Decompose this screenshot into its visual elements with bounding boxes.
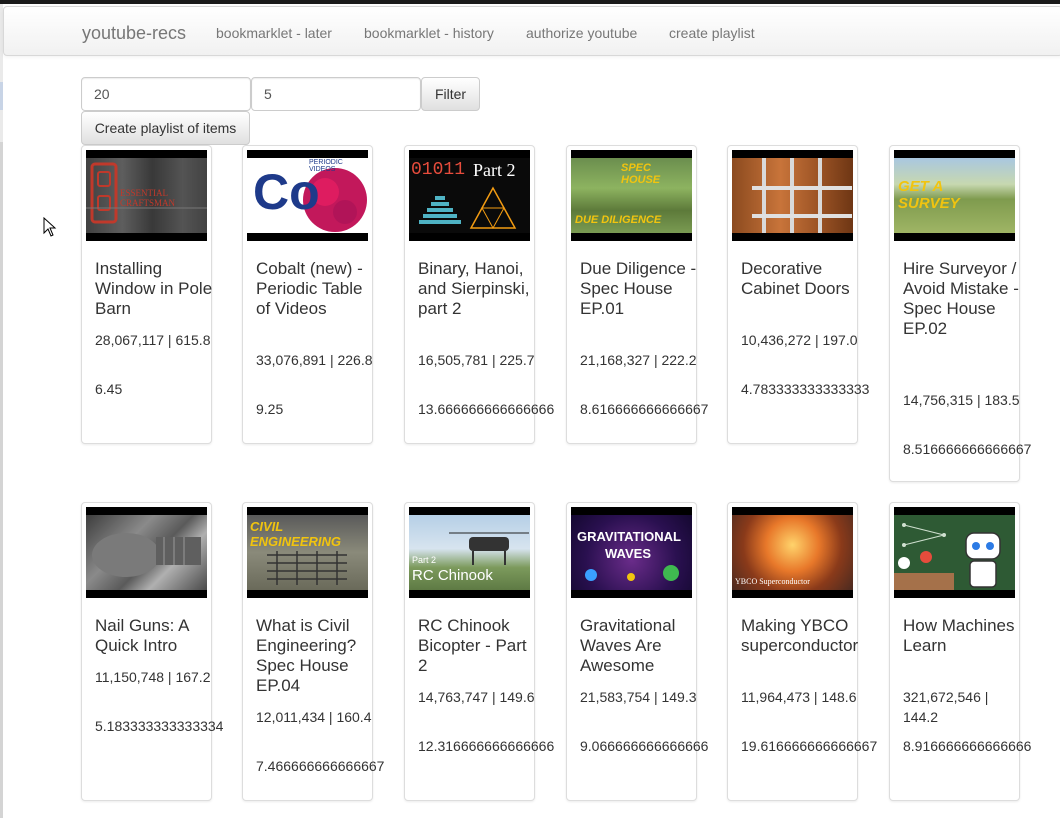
thumb-caption-small: Part 2 <box>412 555 437 565</box>
video-stats: 14,756,315 | 183.5 <box>903 392 1020 408</box>
nav-link-bookmarklet-history[interactable]: bookmarklet - history <box>364 25 494 41</box>
video-score: 13.666666666666666 <box>418 401 555 417</box>
video-stats: 11,150,748 | 167.2 <box>95 669 211 685</box>
video-card[interactable]: Decorative Cabinet Doors 10,436,272 | 19… <box>727 145 870 444</box>
video-card[interactable]: 01011 Part 2 Binary, Hanoi, and Sierpins… <box>404 145 555 444</box>
thumb-binary: 01011 <box>411 160 466 180</box>
video-stats: 11,964,473 | 148.6 <box>741 689 857 705</box>
video-score: 8.916666666666666 <box>903 738 1032 754</box>
thumb-caption-bottom: DUE DILIGENCE <box>575 214 662 226</box>
video-card[interactable]: Co PERIODIC VIDEOS Cobalt (new) - Period… <box>242 145 373 444</box>
video-title[interactable]: How Machines Learn <box>903 616 1021 656</box>
video-title[interactable]: Decorative Cabinet Doors <box>741 259 859 299</box>
video-thumbnail[interactable]: CIVIL ENGINEERING <box>247 507 368 598</box>
robot-teacher-image <box>894 523 1001 590</box>
nav-link-bookmarklet-later[interactable]: bookmarklet - later <box>216 25 332 41</box>
video-stats: 14,763,747 | 149.6 <box>418 689 535 705</box>
video-card[interactable]: GET A SURVEY Hire Surveyor / Avoid Mista… <box>889 145 1032 482</box>
video-stats: 33,076,891 | 226.8 <box>256 352 373 368</box>
video-thumbnail[interactable]: Co PERIODIC VIDEOS <box>247 150 368 241</box>
video-score: 12.316666666666666 <box>418 738 555 754</box>
video-card[interactable]: ESSENTIAL CRAFTSMAN Installing Window in… <box>81 145 212 444</box>
video-stats: 321,672,546 | 144.2 <box>903 689 989 725</box>
video-score: 7.466666666666667 <box>256 758 385 774</box>
video-stats: 10,436,272 | 197.0 <box>741 332 858 348</box>
video-thumbnail[interactable]: ESSENTIAL CRAFTSMAN <box>86 150 207 241</box>
video-thumbnail[interactable]: GET A SURVEY <box>894 150 1015 241</box>
video-card[interactable]: SPEC HOUSE DUE DILIGENCE Due Diligence -… <box>566 145 709 444</box>
video-stats: 21,583,754 | 149.3 <box>580 689 697 705</box>
thumb-caption: PERIODIC VIDEOS <box>309 159 343 173</box>
video-score: 19.616666666666667 <box>741 738 878 754</box>
video-score: 5.183333333333334 <box>95 718 224 734</box>
video-card[interactable]: Part 2 RC Chinook RC Chinook Bicopter - … <box>404 502 555 801</box>
nail-gun-image <box>92 533 201 577</box>
video-title[interactable]: What is Civil Engineering? Spec House EP… <box>256 616 374 696</box>
video-card[interactable]: YBCO Superconductor Making YBCO supercon… <box>727 502 878 801</box>
video-title[interactable]: RC Chinook Bicopter - Part 2 <box>418 616 536 676</box>
video-title[interactable]: Cobalt (new) - Periodic Table of Videos <box>256 259 374 319</box>
cabinet-door-image <box>752 158 852 233</box>
video-score: 6.45 <box>95 381 123 397</box>
video-title[interactable]: Installing Window in Pole Barn <box>95 259 213 319</box>
video-card[interactable]: How Machines Learn 321,672,546 | 144.2 8… <box>889 502 1032 801</box>
thumb-caption-b: WAVES <box>605 546 651 561</box>
video-thumbnail[interactable] <box>732 150 853 241</box>
video-thumbnail[interactable]: GRAVITATIONAL WAVES <box>571 507 692 598</box>
video-card[interactable]: CIVIL ENGINEERING What is Civil Engineer… <box>242 502 385 801</box>
video-stats: 28,067,117 | 615.8 <box>95 332 211 348</box>
video-card[interactable]: GRAVITATIONAL WAVES Gravitational Waves … <box>566 502 709 801</box>
video-thumbnail[interactable]: YBCO Superconductor <box>732 507 853 598</box>
video-score: 8.516666666666667 <box>903 441 1032 457</box>
nav-link-create-playlist[interactable]: create playlist <box>669 25 755 41</box>
thumb-caption-a: GRAVITATIONAL <box>577 529 681 544</box>
thumb-caption: CIVIL ENGINEERING <box>250 519 342 549</box>
video-title[interactable]: Binary, Hanoi, and Sierpinski, part 2 <box>418 259 536 319</box>
brand-link[interactable]: youtube-recs <box>82 23 186 44</box>
nav-link-authorize-youtube[interactable]: authorize youtube <box>526 25 637 41</box>
thumb-caption: GET A SURVEY <box>898 178 960 212</box>
video-thumbnail[interactable] <box>894 507 1015 598</box>
video-stats: 21,168,327 | 222.2 <box>580 352 697 368</box>
video-score: 8.616666666666667 <box>580 401 709 417</box>
count-input[interactable]: 20 <box>81 77 251 111</box>
video-title[interactable]: Making YBCO superconductor <box>741 616 859 656</box>
video-card[interactable]: Nail Guns: A Quick Intro 11,150,748 | 16… <box>81 502 224 801</box>
video-thumbnail[interactable]: 01011 Part 2 <box>409 150 530 241</box>
create-playlist-button[interactable]: Create playlist of items <box>81 111 250 145</box>
left-scroll-marker <box>0 82 3 110</box>
thumb-caption: RC Chinook <box>412 567 493 584</box>
video-thumbnail[interactable] <box>86 507 207 598</box>
left-scroll-track <box>0 142 3 818</box>
min-input[interactable]: 5 <box>251 77 421 111</box>
video-stats: 12,011,434 | 160.4 <box>256 709 372 725</box>
video-title[interactable]: Nail Guns: A Quick Intro <box>95 616 213 656</box>
thumb-caption-top: SPEC HOUSE <box>621 162 661 186</box>
video-stats: 16,505,781 | 225.7 <box>418 352 535 368</box>
mouse-cursor-icon <box>43 217 57 237</box>
video-score: 9.066666666666666 <box>580 738 709 754</box>
thumb-caption: YBCO Superconductor <box>735 577 810 586</box>
thumb-caption: ESSENTIAL CRAFTSMAN <box>120 188 176 208</box>
video-thumbnail[interactable]: SPEC HOUSE DUE DILIGENCE <box>571 150 692 241</box>
video-thumbnail[interactable]: Part 2 RC Chinook <box>409 507 530 598</box>
video-score: 4.783333333333333 <box>741 381 870 397</box>
thumb-caption: Part 2 <box>473 160 516 180</box>
window-top-edge <box>0 0 1060 4</box>
navbar: youtube-recs bookmarklet - later bookmar… <box>3 6 1060 56</box>
video-title[interactable]: Gravitational Waves Are Awesome <box>580 616 698 676</box>
video-title[interactable]: Due Diligence - Spec House EP.01 <box>580 259 698 319</box>
video-score: 9.25 <box>256 401 284 417</box>
video-title[interactable]: Hire Surveyor / Avoid Mistake - Spec Hou… <box>903 259 1021 339</box>
filter-button[interactable]: Filter <box>421 77 480 111</box>
